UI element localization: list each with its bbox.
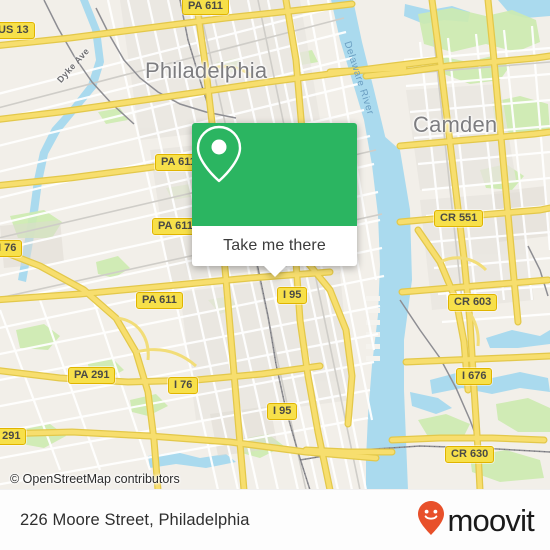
highway-shield: I 95 — [267, 403, 298, 420]
map-screenshot: Philadelphia Camden Delaware River Dyke … — [0, 0, 550, 550]
highway-shield: PA 611 — [182, 0, 229, 15]
take-me-there-label: Take me there — [223, 237, 326, 254]
map-attribution: © OpenStreetMap contributors — [0, 468, 550, 490]
footer-bar: 226 Moore Street, Philadelphia moovit — [0, 489, 550, 550]
highway-shield: CR 551 — [434, 210, 484, 227]
take-me-there-button[interactable]: Take me there — [192, 226, 357, 277]
highway-shield: PA 291 — [68, 367, 116, 384]
moovit-pin-smile-icon — [417, 500, 445, 541]
highway-shield: PA 611 — [136, 292, 183, 309]
popup-header[interactable] — [192, 123, 357, 226]
moovit-logo[interactable]: moovit — [417, 500, 535, 541]
location-popup[interactable]: Take me there — [192, 123, 357, 277]
moovit-wordmark: moovit — [447, 502, 534, 538]
popup-tail-pointer — [263, 266, 286, 277]
highway-shield: I 76 — [0, 240, 23, 257]
highway-shield: I 291 — [0, 428, 27, 445]
highway-shield: CR 630 — [445, 446, 495, 463]
highway-shield: CR 603 — [448, 294, 498, 311]
attribution-text[interactable]: © OpenStreetMap contributors — [10, 472, 180, 486]
address-label: 226 Moore Street, Philadelphia — [20, 510, 250, 529]
highway-shield: I 76 — [168, 377, 199, 394]
highway-shield: I 95 — [277, 287, 308, 304]
highway-shield: US 13 — [0, 22, 35, 39]
map-canvas[interactable]: Philadelphia Camden Delaware River Dyke … — [0, 0, 550, 490]
highway-shield: I 676 — [456, 368, 493, 385]
